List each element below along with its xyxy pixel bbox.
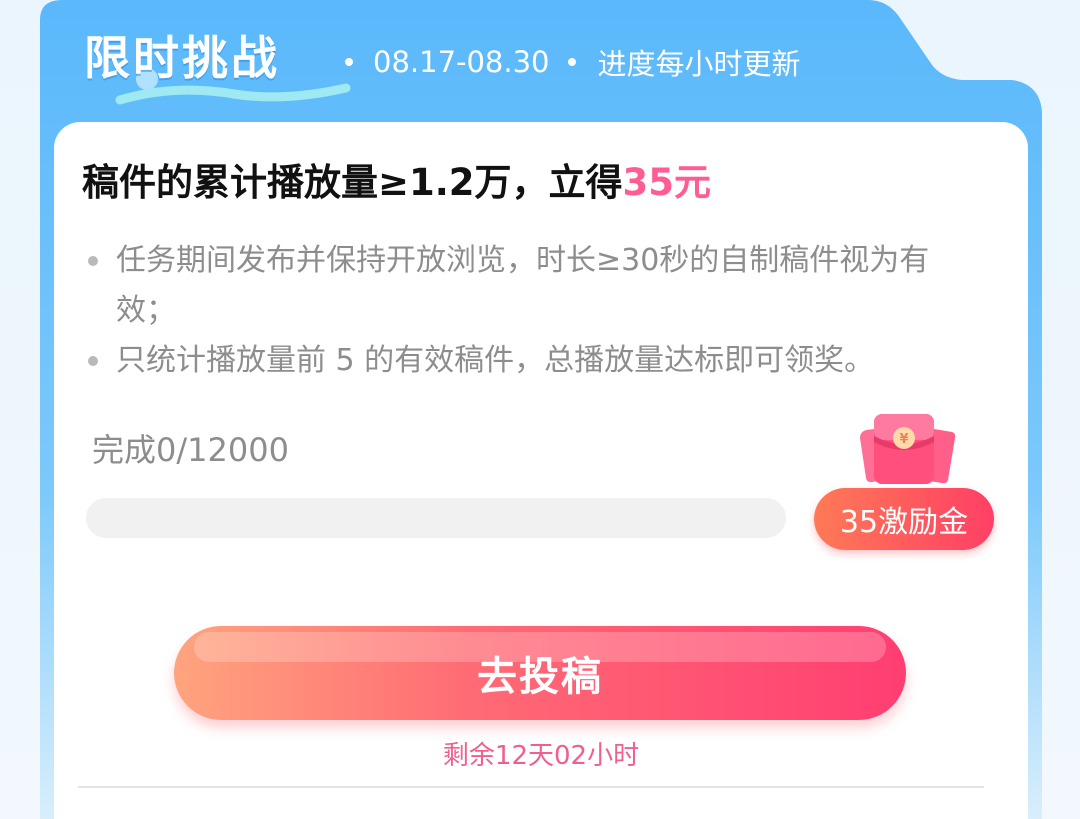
update-note: 进度每小时更新 [597,47,801,81]
svg-text:¥: ¥ [899,432,908,447]
task-reward-amount: 35元 [622,161,712,204]
rule-item: 只统计播放量前 5 的有效稿件，总播放量达标即可领奖。 [86,336,986,386]
rule-text: 只统计播放量前 5 的有效稿件，总播放量达标即可领奖。 [116,343,875,378]
progress-label: 完成0/12000 [92,431,289,469]
bullet-icon [88,256,98,266]
reward-pill: 35激励金 [814,488,994,550]
separator-dot [345,58,353,66]
countdown-text: 剩余12天02小时 [442,741,640,771]
rule-item: 任务期间发布并保持开放浏览，时长≥30秒的自制稿件视为有效； [86,236,986,336]
page-title: 限时挑战 [84,31,280,85]
task-card: 稿件的累计播放量≥1.2万，立得35元 任务期间发布并保持开放浏览，时长≥30秒… [54,122,1028,819]
date-range: 08.17-08.30 [373,45,550,79]
challenge-screen: 限时挑战 08.17-08.30 进度每小时更新 稿件的累计播放量≥1.2万，立… [0,0,1080,819]
task-title: 稿件的累计播放量≥1.2万，立得35元 [82,156,711,210]
separator-dot [567,58,576,66]
task-rules: 任务期间发布并保持开放浏览，时长≥30秒的自制稿件视为有效； 只统计播放量前 5… [86,236,986,386]
red-envelope-icon: ¥ [860,414,956,484]
header-title-group: 限时挑战 [84,28,351,105]
header-info: 08.17-08.30 进度每小时更新 [345,40,801,84]
task-title-text: 稿件的累计播放量≥1.2万，立得 [82,161,623,204]
divider [78,786,984,788]
submit-post-label: 去投稿 [477,654,603,700]
progress-bar [86,498,786,538]
bullet-icon [88,356,98,366]
rule-text: 任务期间发布并保持开放浏览，时长≥30秒的自制稿件视为有效； [116,243,930,328]
submit-post-button[interactable]: 去投稿 [174,626,906,720]
